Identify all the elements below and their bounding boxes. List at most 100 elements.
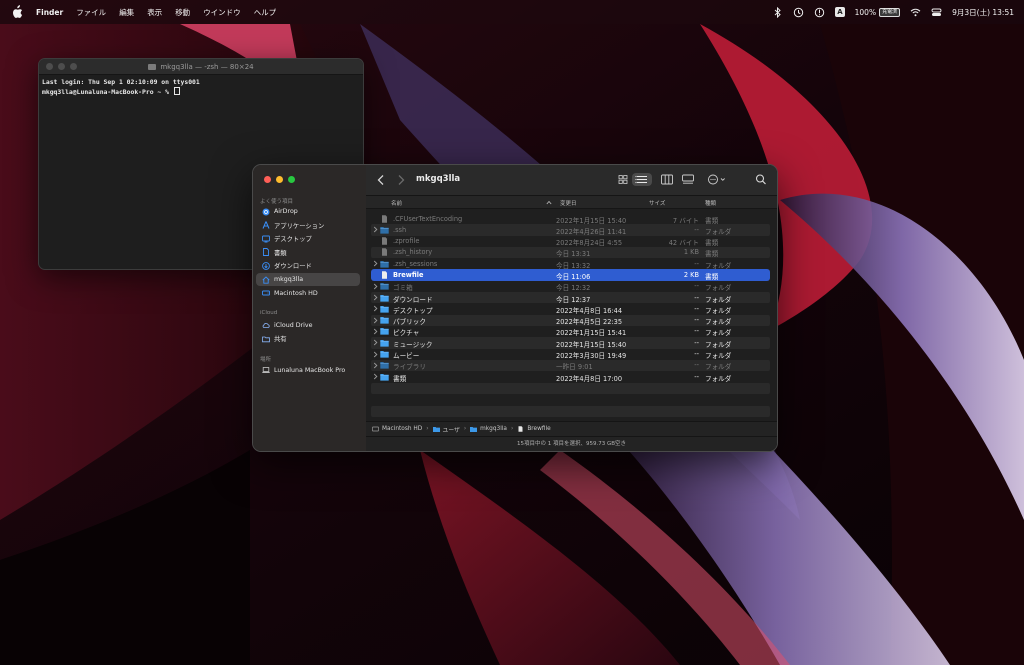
menu-edit[interactable]: 編集 — [119, 7, 134, 18]
menu-app-finder[interactable]: Finder — [36, 8, 63, 17]
battery-percent: 100% — [854, 7, 877, 17]
list-view-icon[interactable] — [632, 173, 652, 186]
file-row[interactable]: .zsh_history 今日 13:31 1 KB 書類 — [371, 246, 770, 259]
folder-icon — [380, 339, 389, 347]
file-row[interactable]: ミュージック 2022年1月15日 15:40 -- フォルダ — [371, 337, 770, 349]
file-row[interactable]: .CFUserTextEncoding 2022年1月15日 15:40 7 バイト… — [371, 213, 770, 225]
file-name: デスクトップ — [393, 306, 433, 315]
path-segment[interactable]: mkgq3lla — [470, 426, 507, 432]
finder-close-button[interactable] — [264, 176, 271, 183]
column-name-header[interactable]: 名前 — [391, 199, 402, 207]
file-date: 一昨日 9:01 — [556, 363, 593, 372]
action-menu-icon[interactable] — [706, 173, 728, 186]
disclosure-chevron-icon[interactable] — [373, 283, 378, 290]
file-date: 今日 11:06 — [556, 272, 591, 281]
column-size-header[interactable]: サイズ — [649, 199, 665, 207]
desktop-icon — [262, 235, 270, 242]
terminal-close-button[interactable] — [46, 63, 53, 70]
search-icon[interactable] — [754, 173, 768, 186]
sidebar-item-macintosh-hd[interactable]: Macintosh HD — [256, 287, 360, 300]
file-row[interactable]: .zsh_sessions 今日 13:32 -- フォルダ — [371, 258, 770, 270]
terminal-content[interactable]: Last login: Thu Sep 1 02:10:09 on ttys00… — [39, 75, 363, 99]
menu-file[interactable]: ファイル — [76, 7, 106, 18]
disclosure-chevron-icon[interactable] — [373, 351, 378, 358]
file-row[interactable]: 書類 2022年4月8日 17:00 -- フォルダ — [371, 371, 770, 383]
menu-go[interactable]: 移動 — [175, 7, 190, 18]
sidebar-item-applications[interactable]: アプリケーション — [256, 219, 360, 232]
path-segment[interactable]: Macintosh HD — [372, 426, 422, 432]
file-size: -- — [694, 293, 699, 302]
sidebar-item-airdrop[interactable]: AirDrop — [256, 205, 360, 218]
forward-icon[interactable] — [396, 174, 406, 186]
sidebar-item-home[interactable]: mkgq3lla — [256, 273, 360, 286]
file-name: パブリック — [393, 318, 426, 327]
sidebar-item-shared[interactable]: 共有 — [256, 332, 360, 345]
file-row[interactable]: デスクトップ 2022年4月8日 16:44 -- フォルダ — [371, 303, 770, 315]
file-row[interactable]: ピクチャ 2022年1月15日 15:41 -- フォルダ — [371, 326, 770, 337]
file-row[interactable]: Brewfile 今日 11:06 2 KB 書類 — [371, 269, 770, 281]
battery-status[interactable]: 100% 充電済 — [854, 7, 901, 17]
sidebar-item-icloud-drive[interactable]: iCloud Drive — [256, 319, 360, 332]
path-separator-icon: › — [510, 426, 514, 432]
file-size: -- — [694, 259, 699, 268]
menu-view[interactable]: 表示 — [147, 7, 162, 18]
control-center-icon[interactable] — [931, 7, 942, 18]
finder-minimize-button[interactable] — [276, 176, 283, 183]
apple-menu-icon[interactable] — [10, 5, 24, 19]
disclosure-chevron-icon[interactable] — [373, 339, 378, 346]
file-row[interactable]: .ssh 2022年4月26日 11:41 -- フォルダ — [371, 224, 770, 236]
file-name: .ssh — [393, 225, 407, 234]
file-name: .zprofile — [393, 237, 420, 246]
sidebar-item-downloads[interactable]: ダウンロード — [256, 259, 360, 272]
disclosure-chevron-icon[interactable] — [373, 362, 378, 369]
disclosure-chevron-icon[interactable] — [373, 260, 378, 267]
wifi-icon[interactable] — [910, 7, 921, 18]
icon-view-icon[interactable] — [616, 173, 630, 186]
file-size: -- — [694, 304, 699, 313]
gallery-view-icon[interactable] — [681, 173, 695, 186]
path-segment[interactable]: Brewfile — [517, 426, 551, 432]
disclosure-chevron-icon[interactable] — [373, 305, 378, 312]
sidebar-item-macbook[interactable]: Lunaluna MacBook Pro — [256, 364, 360, 377]
sidebar-item-documents[interactable]: 書類 — [256, 246, 360, 259]
file-row[interactable]: ムービー 2022年3月30日 19:49 -- フォルダ — [371, 349, 770, 360]
folder-icon — [380, 317, 389, 324]
path-segment[interactable]: ユーザ — [432, 425, 460, 434]
menu-help[interactable]: ヘルプ — [254, 7, 277, 18]
sidebar-item-desktop[interactable]: デスクトップ — [256, 232, 360, 245]
disclosure-chevron-icon[interactable] — [373, 294, 378, 301]
file-size: 7 バイト — [672, 216, 699, 225]
terminal-titlebar[interactable]: mkgq3lla — -zsh — 80×24 — [39, 59, 363, 75]
sidebar-item-label: mkgq3lla — [274, 276, 304, 283]
finder-zoom-button[interactable] — [288, 176, 295, 183]
column-kind-header[interactable]: 種類 — [705, 199, 716, 207]
input-source-badge[interactable]: A — [835, 7, 845, 17]
column-view-icon[interactable] — [660, 173, 674, 186]
time-machine-icon[interactable] — [793, 7, 804, 18]
notification-icon[interactable] — [814, 7, 825, 18]
file-date: 2022年4月8日 17:00 — [556, 374, 623, 383]
bluetooth-icon[interactable] — [772, 6, 783, 18]
disclosure-chevron-icon[interactable] — [373, 226, 378, 233]
menu-clock[interactable]: 9月3日(土) 13:51 — [952, 7, 1014, 18]
file-row[interactable]: .zprofile 2022年8月24日 4:55 42 バイト 書類 — [371, 236, 770, 247]
file-row[interactable]: ライブラリ 一昨日 9:01 -- フォルダ — [371, 359, 770, 372]
file-date: 2022年4月5日 22:35 — [556, 318, 623, 327]
file-kind: フォルダ — [705, 306, 732, 315]
terminal-minimize-button[interactable] — [58, 63, 65, 70]
back-icon[interactable] — [376, 174, 386, 186]
disclosure-chevron-icon[interactable] — [373, 373, 378, 380]
file-row[interactable]: ゴミ箱 今日 12:32 -- フォルダ — [371, 281, 770, 292]
empty-row — [371, 406, 770, 417]
column-date-header[interactable]: 変更日 — [560, 199, 577, 207]
sidebar-item-label: Lunaluna MacBook Pro — [274, 366, 346, 374]
disclosure-chevron-icon[interactable] — [373, 317, 378, 324]
menu-window[interactable]: ウインドウ — [203, 7, 241, 18]
disclosure-chevron-icon[interactable] — [373, 328, 378, 335]
file-row[interactable]: ダウンロード 今日 12:37 -- フォルダ — [371, 292, 770, 304]
file-row[interactable]: パブリック 2022年4月5日 22:35 -- フォルダ — [371, 314, 770, 327]
finder-window[interactable]: よく使う項目 AirDrop アプリケーション デスクトップ 書類 ダウンロード… — [252, 164, 778, 452]
folder-icon — [380, 283, 389, 290]
file-date: 今日 13:31 — [556, 250, 591, 259]
terminal-zoom-button[interactable] — [70, 63, 77, 70]
